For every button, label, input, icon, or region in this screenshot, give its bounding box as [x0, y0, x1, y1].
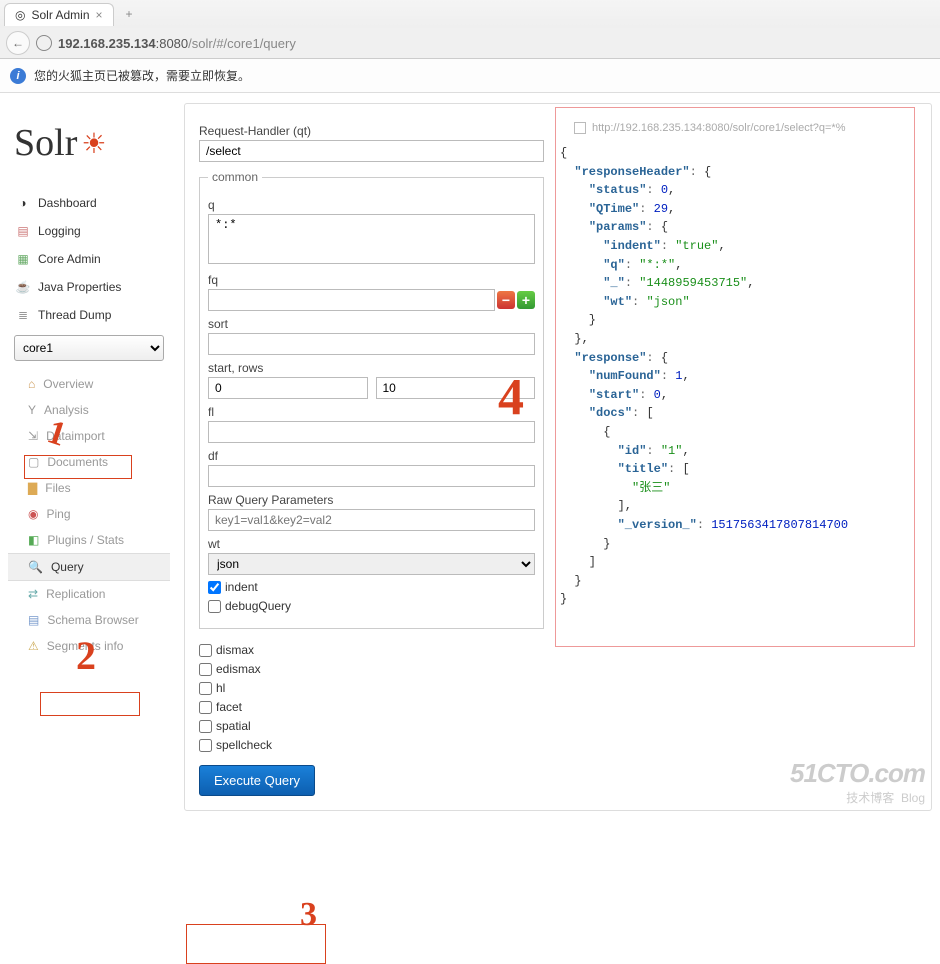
- subnav-ping[interactable]: ◉Ping: [8, 501, 170, 527]
- qt-label: Request-Handler (qt): [199, 124, 544, 138]
- subnav-documents[interactable]: ▢Documents: [8, 449, 170, 475]
- subnav-overview[interactable]: ⌂Overview: [8, 371, 170, 397]
- debug-checkbox[interactable]: [208, 600, 221, 613]
- nav-java-properties[interactable]: ☕Java Properties: [8, 273, 170, 301]
- notice-bar: i 您的火狐主页已被篡改，需要立即恢复。: [0, 59, 940, 93]
- coffee-icon: ☕: [16, 280, 30, 294]
- annotation-3: 3: [300, 896, 317, 934]
- wt-select[interactable]: json: [208, 553, 535, 575]
- segments-icon: ⚠: [28, 639, 39, 653]
- core-selector[interactable]: core1: [14, 335, 164, 361]
- subnav-segments[interactable]: ⚠Segments info: [8, 633, 170, 659]
- debug-label: debugQuery: [225, 599, 291, 613]
- log-icon: ▤: [16, 224, 30, 238]
- query-form: Request-Handler (qt) common q *:* fq − +…: [199, 118, 544, 796]
- q-label: q: [208, 198, 535, 212]
- subnav-analysis[interactable]: YAnalysis: [8, 397, 170, 423]
- add-fq-button[interactable]: +: [517, 291, 535, 309]
- folder-icon: ▇: [28, 481, 37, 495]
- edismax-checkbox[interactable]: [199, 663, 212, 676]
- indent-label: indent: [225, 580, 258, 594]
- tab-title: Solr Admin: [31, 8, 89, 22]
- nav-thread-dump[interactable]: ≣Thread Dump: [8, 301, 170, 329]
- subnav-dataimport[interactable]: ⇲Dataimport: [8, 423, 170, 449]
- ping-icon: ◉: [28, 507, 38, 521]
- fl-input[interactable]: [208, 421, 535, 443]
- result-panel: http://192.168.235.134:8080/solr/core1/s…: [556, 118, 917, 796]
- dismax-checkbox[interactable]: [199, 644, 212, 657]
- url-bar[interactable]: 192.168.235.134:8080/solr/#/core1/query: [58, 36, 934, 51]
- df-label: df: [208, 449, 535, 463]
- subnav-plugins[interactable]: ◧Plugins / Stats: [8, 527, 170, 553]
- fq-label: fq: [208, 273, 535, 287]
- schema-icon: ▤: [28, 613, 39, 627]
- remove-fq-button[interactable]: −: [497, 291, 515, 309]
- subnav-query[interactable]: 🔍Query: [8, 553, 170, 581]
- nav-core-admin[interactable]: ▦Core Admin: [8, 245, 170, 273]
- funnel-icon: Y: [28, 403, 36, 417]
- logo: Solr ☀: [8, 103, 170, 189]
- sun-icon: ☀: [81, 127, 106, 160]
- execute-query-button[interactable]: Execute Query: [199, 765, 315, 796]
- stack-icon: ▦: [16, 252, 30, 266]
- notice-text: 您的火狐主页已被篡改，需要立即恢复。: [34, 67, 250, 84]
- raw-input[interactable]: [208, 509, 535, 531]
- common-legend: common: [208, 170, 262, 184]
- browser-chrome: ◎ Solr Admin × + ← 192.168.235.134:8080/…: [0, 0, 940, 59]
- facet-checkbox[interactable]: [199, 701, 212, 714]
- fl-label: fl: [208, 405, 535, 419]
- q-input[interactable]: *:*: [208, 214, 535, 264]
- sort-label: sort: [208, 317, 535, 331]
- start-input[interactable]: [208, 377, 368, 399]
- qt-input[interactable]: [199, 140, 544, 162]
- common-fieldset: common q *:* fq − + sort start, rows: [199, 170, 544, 629]
- globe-icon: [36, 35, 52, 51]
- sort-input[interactable]: [208, 333, 535, 355]
- new-tab-button[interactable]: +: [118, 7, 141, 21]
- doc-icon: ▢: [28, 455, 39, 469]
- subnav-replication[interactable]: ⇄Replication: [8, 581, 170, 607]
- spellcheck-checkbox[interactable]: [199, 739, 212, 752]
- home-icon: ⌂: [28, 377, 35, 391]
- threads-icon: ≣: [16, 308, 30, 322]
- sidebar: Solr ☀ ◑Dashboard ▤Logging ▦Core Admin ☕…: [8, 103, 170, 811]
- search-icon: 🔍: [28, 560, 43, 574]
- result-url[interactable]: http://192.168.235.134:8080/solr/core1/s…: [556, 118, 917, 144]
- tab-favicon: ◎: [15, 8, 25, 22]
- annotation-3-box: [186, 924, 326, 964]
- rows-input[interactable]: [376, 377, 536, 399]
- gauge-icon: ◑: [16, 196, 30, 210]
- replicate-icon: ⇄: [28, 587, 38, 601]
- subnav-schema[interactable]: ▤Schema Browser: [8, 607, 170, 633]
- json-response: { "responseHeader": { "status": 0, "QTim…: [556, 144, 917, 609]
- back-button[interactable]: ←: [6, 31, 30, 55]
- hl-checkbox[interactable]: [199, 682, 212, 695]
- import-icon: ⇲: [28, 429, 38, 443]
- df-input[interactable]: [208, 465, 535, 487]
- fq-input[interactable]: [208, 289, 495, 311]
- browser-tab[interactable]: ◎ Solr Admin ×: [4, 3, 114, 26]
- link-icon: [574, 122, 586, 134]
- nav-logging[interactable]: ▤Logging: [8, 217, 170, 245]
- close-icon[interactable]: ×: [96, 8, 103, 22]
- watermark: 51CTO.com 技术博客 Blog: [790, 758, 925, 806]
- start-rows-label: start, rows: [208, 361, 535, 375]
- wt-label: wt: [208, 537, 535, 551]
- main-panel: Request-Handler (qt) common q *:* fq − +…: [184, 103, 932, 811]
- subnav-files[interactable]: ▇Files: [8, 475, 170, 501]
- spatial-checkbox[interactable]: [199, 720, 212, 733]
- indent-checkbox[interactable]: [208, 581, 221, 594]
- plugin-icon: ◧: [28, 533, 39, 547]
- raw-label: Raw Query Parameters: [208, 493, 535, 507]
- nav-dashboard[interactable]: ◑Dashboard: [8, 189, 170, 217]
- info-icon: i: [10, 68, 26, 84]
